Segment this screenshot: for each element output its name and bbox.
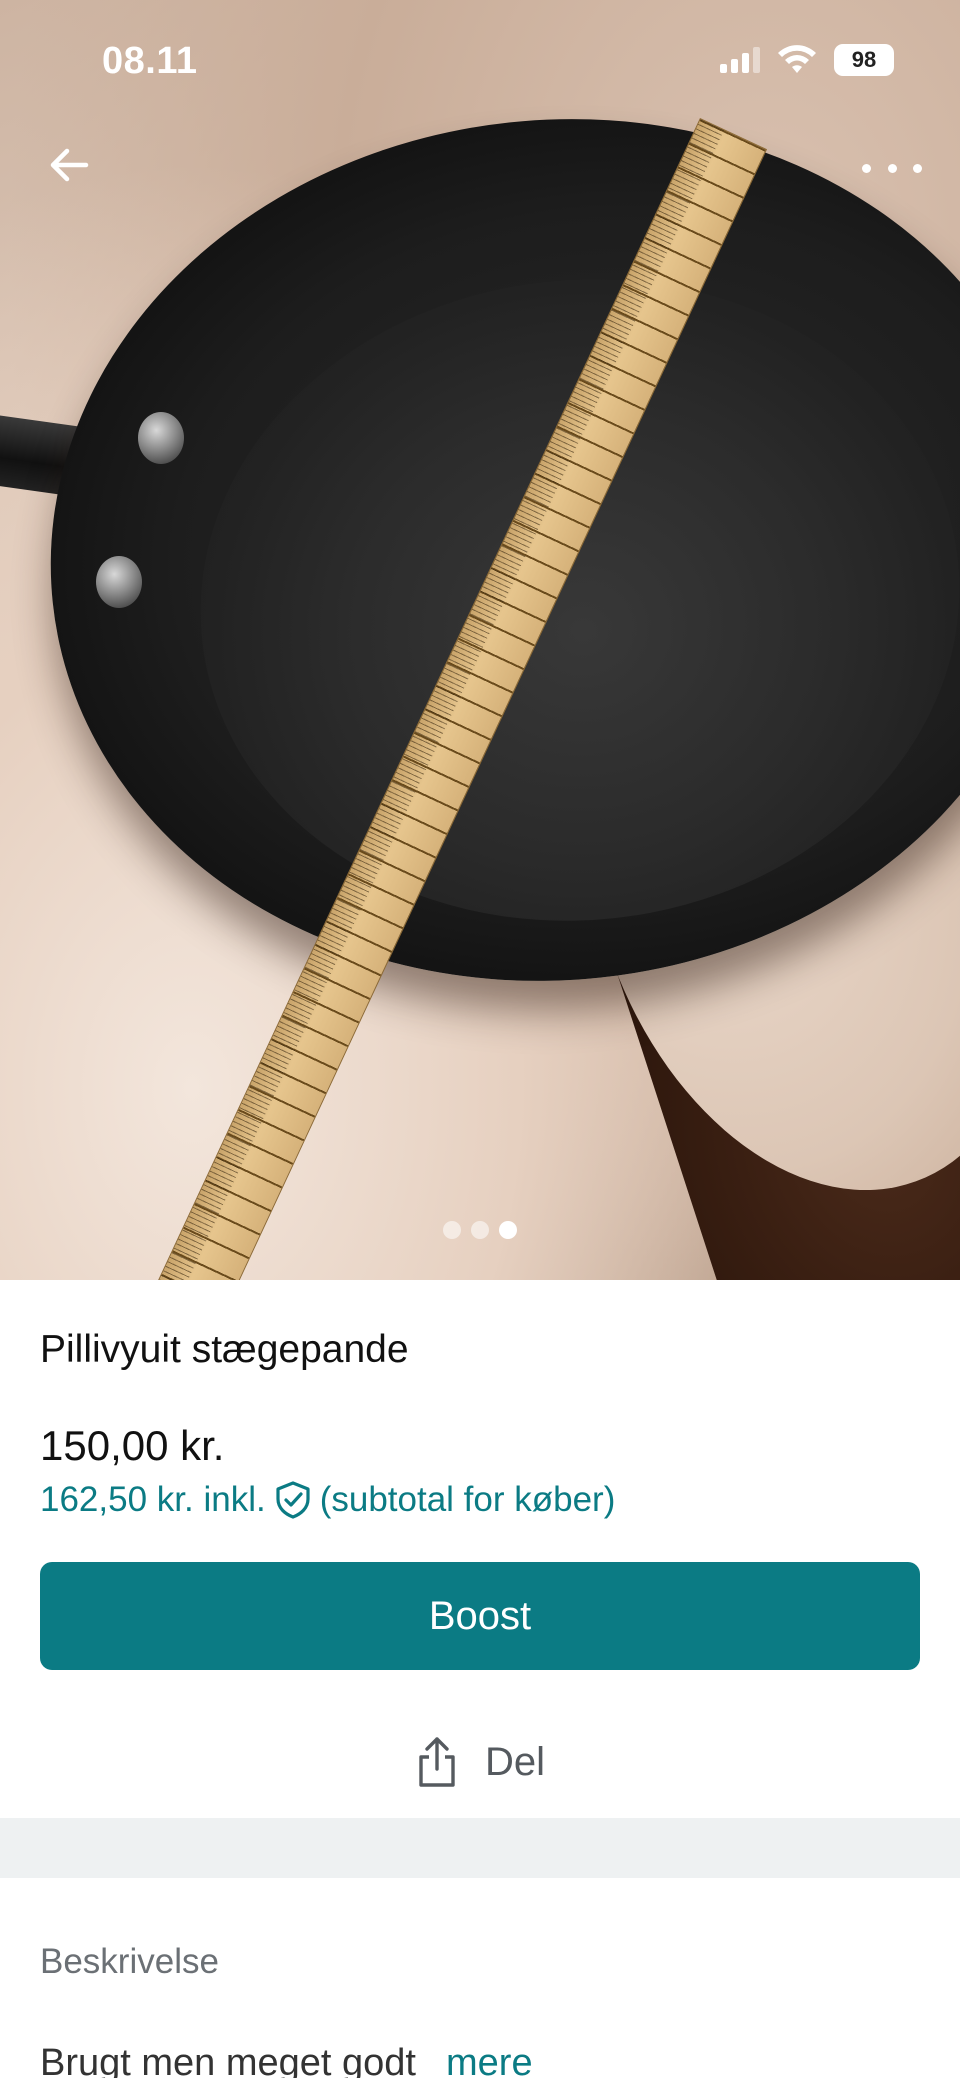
photo-rivet [138, 412, 184, 464]
arrow-left-icon [50, 148, 89, 182]
subtotal-note: (subtotal for køber) [319, 1480, 616, 1519]
subtotal-amount: 162,50 kr. inkl. [40, 1480, 266, 1519]
share-icon [419, 1737, 455, 1787]
pagination-dot[interactable] [443, 1221, 461, 1239]
pagination-dot[interactable] [471, 1221, 489, 1239]
status-time: 08.11 [102, 40, 198, 82]
status-bar: 08.11 98 [0, 0, 960, 130]
section-divider [0, 1818, 960, 1878]
description-more-link[interactable]: mere [446, 2042, 533, 2078]
share-button[interactable]: Del [0, 1732, 960, 1792]
wifi-icon [778, 45, 816, 73]
share-label: Del [484, 1739, 546, 1784]
battery-icon: 98 [834, 44, 894, 76]
boost-button[interactable]: Boost [40, 1562, 920, 1670]
photo-rivet [96, 556, 142, 608]
more-horizontal-icon [862, 163, 871, 173]
more-options-button[interactable] [862, 148, 922, 188]
description-heading: Beskrivelse [40, 1942, 219, 1981]
description-body: Brugt men meget godt [40, 2042, 416, 2078]
photo-pagination [0, 1221, 960, 1239]
buyer-protection-shield-icon [276, 1481, 310, 1519]
listing-title: Pillivyuit stægepande [40, 1328, 409, 1371]
buyer-subtotal[interactable]: 162,50 kr. inkl. (subtotal for køber) [40, 1480, 615, 1520]
listing-price: 150,00 kr. [40, 1422, 225, 1469]
cellular-signal-icon [720, 47, 760, 73]
back-button[interactable] [40, 140, 98, 190]
pagination-dot-active[interactable] [499, 1221, 517, 1239]
listing-photo[interactable]: 08.11 98 [0, 0, 960, 1280]
description-text: Brugt men meget godt mere [40, 2042, 533, 2078]
